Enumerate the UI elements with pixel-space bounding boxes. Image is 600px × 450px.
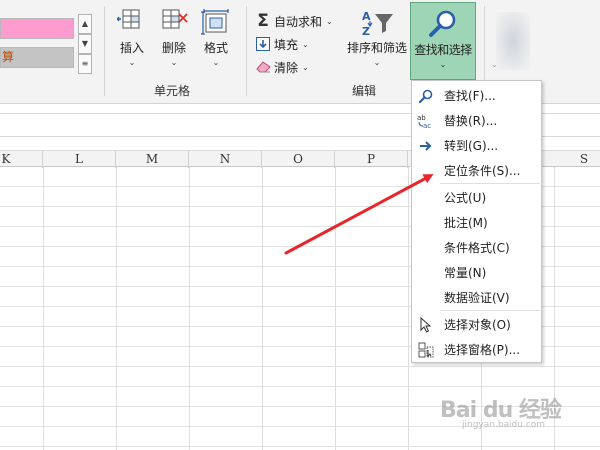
blurred-ribbon-item: [496, 12, 530, 70]
column-header[interactable]: N: [189, 151, 262, 168]
delete-cells-icon: [162, 9, 188, 29]
chevron-down-icon: ⌄: [128, 58, 136, 67]
menu-item-find[interactable]: 查找(F)...: [412, 83, 541, 108]
find-select-dropdown-menu: 查找(F)... ab ac 替换(R)... 转到(G)... 定位条件(S).…: [411, 80, 542, 363]
menu-item-formulas[interactable]: 公式(U): [412, 185, 541, 210]
menu-separator: [440, 310, 540, 311]
delete-button[interactable]: 删除 ⌄: [158, 8, 190, 67]
group-separator: [246, 6, 247, 96]
column-header[interactable]: K: [0, 151, 43, 168]
column-header[interactable]: M: [116, 151, 189, 168]
menu-item-label: 条件格式(C): [444, 241, 510, 255]
menu-item-label: 选择对象(O): [444, 318, 511, 332]
clear-button[interactable]: 清除 ⌄: [255, 57, 309, 77]
menu-item-label: 查找(F)...: [444, 89, 496, 103]
search-icon: [412, 89, 440, 103]
menu-item-label: 定位条件(S)...: [444, 164, 521, 178]
column-header[interactable]: S: [548, 151, 600, 168]
menu-item-conditional-formatting[interactable]: 条件格式(C): [412, 235, 541, 260]
selection-pane-icon: [412, 342, 440, 358]
watermark-url: jingyan.baidu.com: [462, 420, 546, 430]
sort-filter-label: 排序和筛选: [346, 41, 407, 55]
cells-group-label: 单元格: [154, 84, 191, 98]
svg-text:ab: ab: [417, 114, 426, 122]
cursor-arrow-icon: [412, 316, 440, 333]
insert-label: 插入: [119, 41, 144, 55]
insert-cells-icon: [117, 9, 140, 29]
menu-item-label: 选择窗格(P)...: [444, 343, 521, 357]
cell-style-swatch-calculation[interactable]: 算: [0, 47, 74, 68]
insert-button[interactable]: 插入 ⌄: [116, 8, 148, 67]
svg-text:Z: Z: [362, 25, 370, 38]
format-cells-icon: [201, 9, 229, 35]
find-and-select-label: 查找和选择: [414, 43, 472, 57]
menu-item-label: 替换(R)...: [444, 114, 498, 128]
menu-item-constants[interactable]: 常量(N): [412, 260, 541, 285]
chevron-down-icon: ⌄: [170, 58, 178, 67]
menu-item-goto-special[interactable]: 定位条件(S)...: [412, 158, 541, 183]
gallery-more[interactable]: ≡: [78, 54, 92, 74]
menu-separator: [440, 183, 540, 184]
autosum-label: 自动求和: [274, 14, 323, 29]
menu-item-label: 数据验证(V): [444, 291, 510, 305]
menu-item-data-validation[interactable]: 数据验证(V): [412, 285, 541, 310]
chevron-down-icon: ⌄: [302, 39, 309, 49]
autosum-button[interactable]: Σ 自动求和 ⌄: [255, 11, 333, 31]
chevron-down-icon: ⌄: [373, 58, 381, 67]
menu-item-select-objects[interactable]: 选择对象(O): [412, 312, 541, 337]
menu-item-label: 常量(N): [444, 266, 487, 280]
format-button[interactable]: 格式 ⌄: [200, 8, 232, 67]
chevron-down-icon: ⌄: [302, 62, 309, 72]
replace-icon: ab ac: [412, 113, 440, 129]
watermark: Bai du 经验 jingyan.baidu.com: [440, 392, 590, 437]
fill-label: 填充: [274, 37, 299, 52]
eraser-icon: [255, 59, 271, 75]
sort-filter-button[interactable]: A Z 排序和筛选 ⌄: [346, 8, 408, 67]
menu-item-replace[interactable]: ab ac 替换(R)...: [412, 108, 541, 133]
menu-item-goto[interactable]: 转到(G)...: [412, 133, 541, 158]
chevron-down-icon: ⌄: [491, 60, 498, 69]
sort-filter-icon: A Z: [362, 10, 393, 38]
column-header[interactable]: L: [43, 151, 116, 168]
menu-item-label: 转到(G)...: [444, 139, 499, 153]
gallery-scroll-up[interactable]: ▲: [78, 14, 92, 34]
menu-item-label: 公式(U): [444, 191, 487, 205]
clear-label: 清除: [274, 60, 299, 75]
goto-arrow-icon: [412, 140, 440, 152]
column-header[interactable]: O: [262, 151, 335, 168]
menu-item-selection-pane[interactable]: 选择窗格(P)...: [412, 337, 541, 362]
find-and-select-button[interactable]: 查找和选择 ⌄: [410, 2, 476, 80]
fill-down-icon: [255, 36, 271, 52]
sigma-icon: Σ: [257, 11, 269, 31]
chevron-down-icon: ⌄: [212, 58, 220, 67]
editing-group-label: 编辑: [352, 84, 377, 98]
magnifier-icon: [429, 10, 456, 37]
chevron-down-icon: ⌄: [439, 60, 447, 69]
fill-button[interactable]: 填充 ⌄: [255, 34, 309, 54]
group-separator: [104, 6, 105, 96]
column-header[interactable]: P: [335, 151, 408, 168]
delete-label: 删除: [161, 41, 186, 55]
menu-item-comments[interactable]: 批注(M): [412, 210, 541, 235]
gallery-scroll-down[interactable]: ▼: [78, 34, 92, 54]
menu-item-label: 批注(M): [444, 216, 488, 230]
svg-text:ac: ac: [423, 122, 431, 129]
format-label: 格式: [203, 41, 228, 55]
cell-style-swatch-pink[interactable]: [0, 18, 74, 39]
chevron-down-icon: ⌄: [326, 16, 333, 26]
